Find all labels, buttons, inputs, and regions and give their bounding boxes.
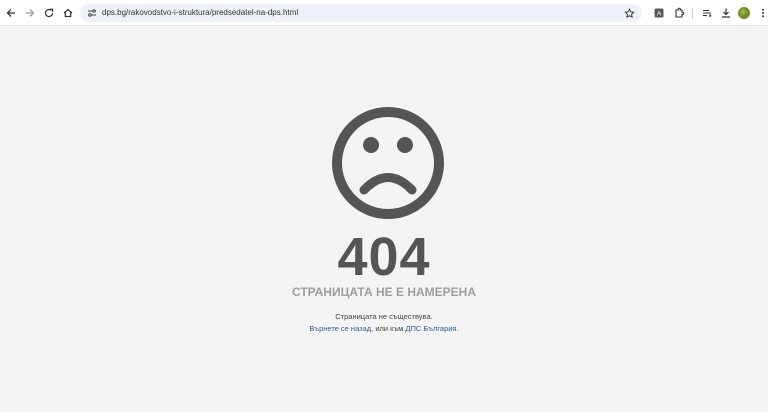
error-message: Страницата не съществува. <box>335 312 433 321</box>
extensions-icon[interactable] <box>670 4 688 22</box>
error-links-line: Върнете се назад, или към ДПС България. <box>0 324 768 334</box>
url-text[interactable]: dps.bg/rakovodstvo-i-struktura/predsedat… <box>102 7 298 19</box>
middle-text: , или към <box>371 324 406 333</box>
forward-arrow-icon[interactable] <box>21 4 39 22</box>
home-link[interactable]: ДПС България <box>405 324 456 333</box>
error-title: СТРАНИЦАТА НЕ Е НАМЕРЕНА <box>291 285 477 299</box>
translate-icon[interactable]: A <box>650 4 668 22</box>
profile-avatar[interactable] <box>738 7 750 19</box>
sad-face-icon <box>332 107 444 219</box>
kebab-menu-icon[interactable] <box>754 4 768 22</box>
address-bar[interactable]: dps.bg/rakovodstvo-i-struktura/predsedat… <box>80 4 642 22</box>
error-page: 404 СТРАНИЦАТА НЕ Е НАМЕРЕНА Страницата … <box>0 26 768 412</box>
home-icon[interactable] <box>59 4 77 22</box>
download-icon[interactable] <box>717 4 735 22</box>
site-info-icon[interactable] <box>86 7 98 19</box>
svg-text:A: A <box>657 11 662 18</box>
end-text: . <box>456 324 459 333</box>
back-arrow-icon[interactable] <box>2 4 20 22</box>
toolbar-divider <box>692 8 693 19</box>
error-code: 404 <box>337 227 431 287</box>
go-back-link[interactable]: Върнете се назад <box>309 324 371 333</box>
browser-toolbar: dps.bg/rakovodstvo-i-struktura/predsedat… <box>0 0 768 26</box>
reload-icon[interactable] <box>40 4 58 22</box>
reading-list-icon[interactable] <box>698 4 716 22</box>
bookmark-star-icon[interactable] <box>622 6 636 20</box>
